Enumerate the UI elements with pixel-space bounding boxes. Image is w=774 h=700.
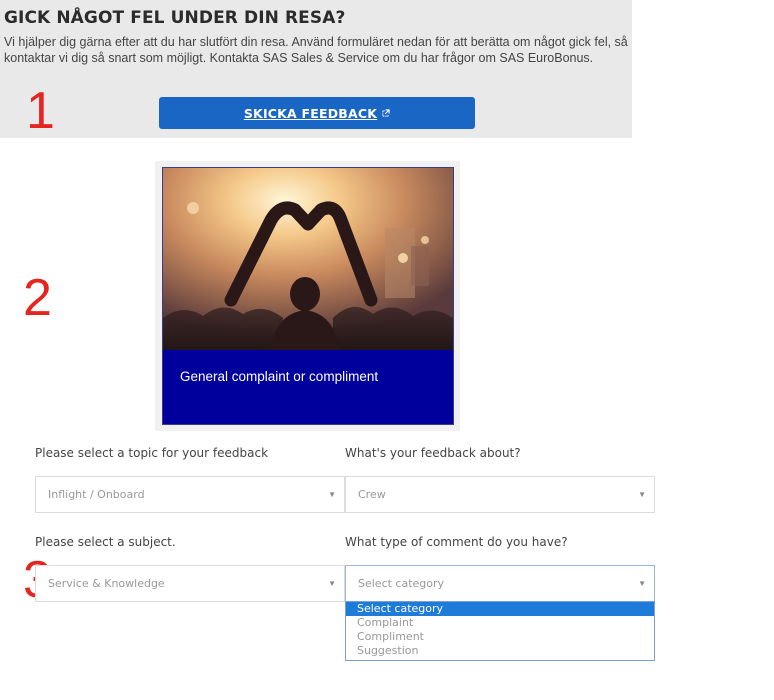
chevron-down-icon: ▼ — [638, 490, 646, 499]
dropdown-option-select-category[interactable]: Select category — [346, 602, 654, 616]
send-feedback-button[interactable]: SKICKA FEEDBACK — [159, 97, 475, 129]
chevron-down-icon: ▼ — [328, 490, 336, 499]
card-label: General complaint or compliment — [180, 369, 379, 384]
feedback-about-label: What's your feedback about? — [345, 446, 521, 460]
step-marker-2: 2 — [23, 269, 52, 327]
concert-heart-hands-photo — [163, 168, 453, 350]
comment-type-select-value: Select category — [358, 577, 445, 590]
feedback-about-select-value: Crew — [358, 488, 386, 501]
subject-select[interactable]: Service & Knowledge ▼ — [35, 565, 345, 602]
external-link-icon — [382, 108, 390, 117]
feedback-banner: GICK NÅGOT FEL UNDER DIN RESA? Vi hjälpe… — [0, 0, 632, 138]
dropdown-option-complaint[interactable]: Complaint — [346, 616, 654, 630]
chevron-down-icon: ▼ — [638, 579, 646, 588]
feedback-about-select[interactable]: Crew ▼ — [345, 476, 655, 513]
banner-title: GICK NÅGOT FEL UNDER DIN RESA? — [4, 8, 346, 28]
subject-select-value: Service & Knowledge — [48, 577, 165, 590]
chevron-down-icon: ▼ — [328, 579, 336, 588]
banner-description: Vi hjälper dig gärna efter att du har sl… — [4, 35, 628, 65]
dropdown-option-suggestion[interactable]: Suggestion — [346, 644, 654, 658]
topic-select[interactable]: Inflight / Onboard ▼ — [35, 476, 345, 513]
topic-select-value: Inflight / Onboard — [48, 488, 145, 501]
general-complaint-card[interactable]: General complaint or compliment — [162, 167, 454, 425]
comment-type-select[interactable]: Select category ▼ — [345, 565, 655, 602]
comment-type-label: What type of comment do you have? — [345, 535, 568, 549]
topic-label: Please select a topic for your feedback — [35, 446, 269, 460]
step-marker-1: 1 — [26, 82, 55, 140]
send-feedback-label: SKICKA FEEDBACK — [243, 105, 378, 121]
dropdown-option-compliment[interactable]: Compliment — [346, 630, 654, 644]
comment-type-dropdown: Select category Complaint Compliment Sug… — [345, 601, 655, 661]
subject-label: Please select a subject. — [35, 535, 176, 549]
